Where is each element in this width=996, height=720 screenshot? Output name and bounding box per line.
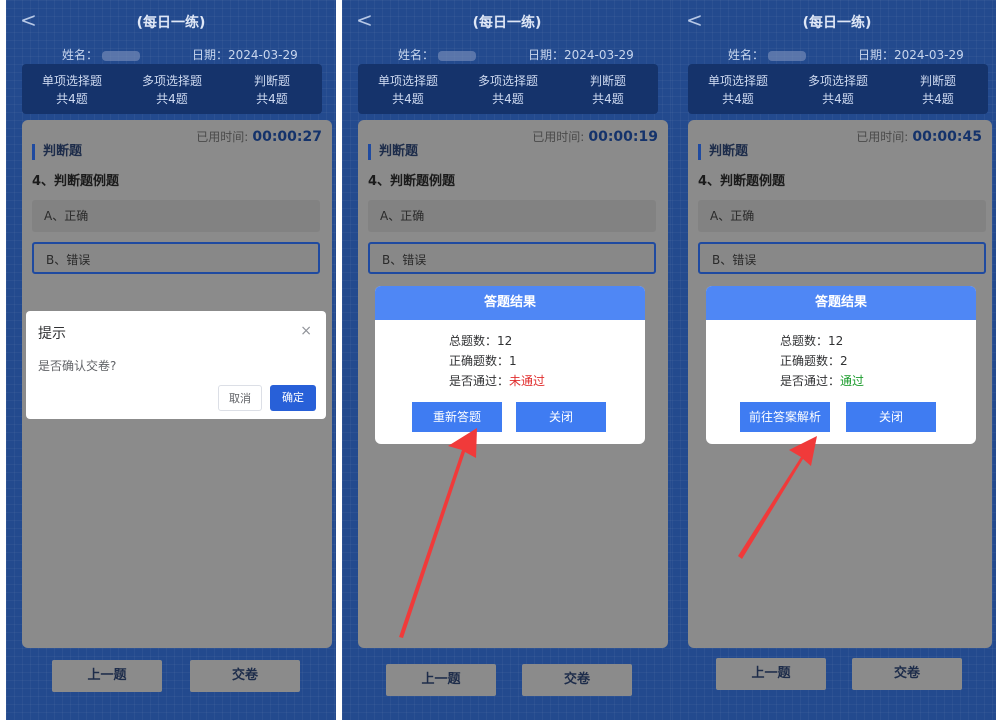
submit-button[interactable]: 交卷 xyxy=(190,660,300,692)
phone-screen-confirm: < (每日一练) 姓名： 日期：2024-03-29 单项选择题 共4题 多项选择… xyxy=(6,0,336,720)
footer-actions: 上一题 交卷 xyxy=(6,660,336,696)
red-arrow-annotation-icon xyxy=(399,428,477,638)
phone-screen-result-fail: < (每日一练) 姓名： 日期：2024-03-29 单项选择题 共4题 多项选择… xyxy=(342,0,672,720)
header: < (每日一练) xyxy=(6,8,336,34)
red-arrow-annotation-icon xyxy=(738,436,817,559)
option-a[interactable]: A、正确 xyxy=(32,200,320,232)
name-field: 姓名： xyxy=(62,46,141,63)
option-b[interactable]: B、错误 xyxy=(32,242,320,274)
page-title: (每日一练) xyxy=(136,15,206,31)
tab-multiple-choice[interactable]: 多项选择题 共4题 xyxy=(122,72,222,108)
name-redacted xyxy=(102,50,141,61)
date-field: 日期：2024-03-29 xyxy=(192,48,298,62)
user-info: 姓名： 日期：2024-03-29 xyxy=(6,46,336,62)
prev-question-button[interactable]: 上一题 xyxy=(52,660,162,692)
tab-true-false[interactable]: 判断题 共4题 xyxy=(222,72,322,108)
section-title: 判断题 xyxy=(32,144,82,160)
dialog-message: 是否确认交卷? xyxy=(38,359,117,373)
cancel-button[interactable]: 取消 xyxy=(218,385,262,411)
dialog-title: 提示 xyxy=(38,326,66,342)
question-text: 4、判断题例题 xyxy=(32,174,120,189)
tab-single-choice[interactable]: 单项选择题 共4题 xyxy=(22,72,122,108)
confirm-dialog: 提示 × 是否确认交卷? 取消 确定 xyxy=(26,311,326,419)
close-icon[interactable]: × xyxy=(300,323,312,339)
phone-screen-result-pass: < (每日一练) 姓名： 日期：2024-03-29 单项选择题 共4题 多项选择… xyxy=(672,0,996,720)
confirm-button[interactable]: 确定 xyxy=(270,385,316,411)
question-type-tabs: 单项选择题 共4题 多项选择题 共4题 判断题 共4题 xyxy=(22,64,322,114)
elapsed-timer: 已用时间: 00:00:27 xyxy=(196,129,322,145)
